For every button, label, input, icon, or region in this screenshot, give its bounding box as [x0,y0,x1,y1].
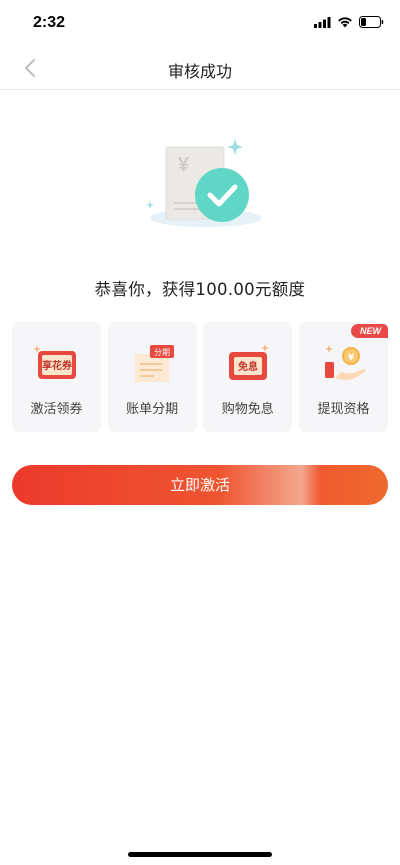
activate-button[interactable]: 立即激活 [12,465,388,505]
success-illustration: ¥ [140,133,270,233]
signal-icon [314,17,331,28]
installment-icon-text: 分期 [154,348,170,357]
feature-label-coupon: 激活领券 [30,402,83,417]
approval-headline: 恭喜你，获得100.00元额度 [94,280,306,299]
new-badge: NEW [350,324,388,338]
status-bar: 2:32 [0,0,400,46]
battery-icon [359,16,384,28]
feature-card-coupon[interactable]: 享花券 激活领券 [12,322,101,432]
wifi-icon [338,17,352,28]
home-indicator [128,852,272,857]
coupon-icon: 享花券 [34,345,76,379]
feature-label-installment: 账单分期 [126,402,179,417]
success-check-icon: ¥ [146,139,262,227]
coupon-icon-text: 享花券 [42,359,73,372]
page-title: 审核成功 [167,62,232,81]
status-icons [314,16,384,28]
feature-label-interest-free: 购物免息 [221,402,274,417]
feature-card-installment[interactable]: 分期 账单分期 [107,322,197,432]
nav-bar: 审核成功 [0,46,400,90]
illustration-currency: ¥ [178,154,190,176]
withdraw-icon-text: ¥ [348,353,355,363]
feature-card-withdraw[interactable]: NEW ¥ 提现资格 [298,322,388,432]
cash-withdraw-icon: ¥ [324,345,366,380]
status-time: 2:32 [33,14,66,31]
feature-row: 享花券 激活领券 分期 账单分期 免息 购物免息 NEW ¥ 提现资格 [12,322,388,432]
feature-label-withdraw: 提现资格 [317,402,370,417]
feature-card-interest-free[interactable]: 免息 购物免息 [203,322,293,432]
bill-installment-icon: 分期 [134,345,174,382]
interest-free-icon: 免息 [229,344,270,380]
interest-free-icon-text: 免息 [238,360,258,373]
